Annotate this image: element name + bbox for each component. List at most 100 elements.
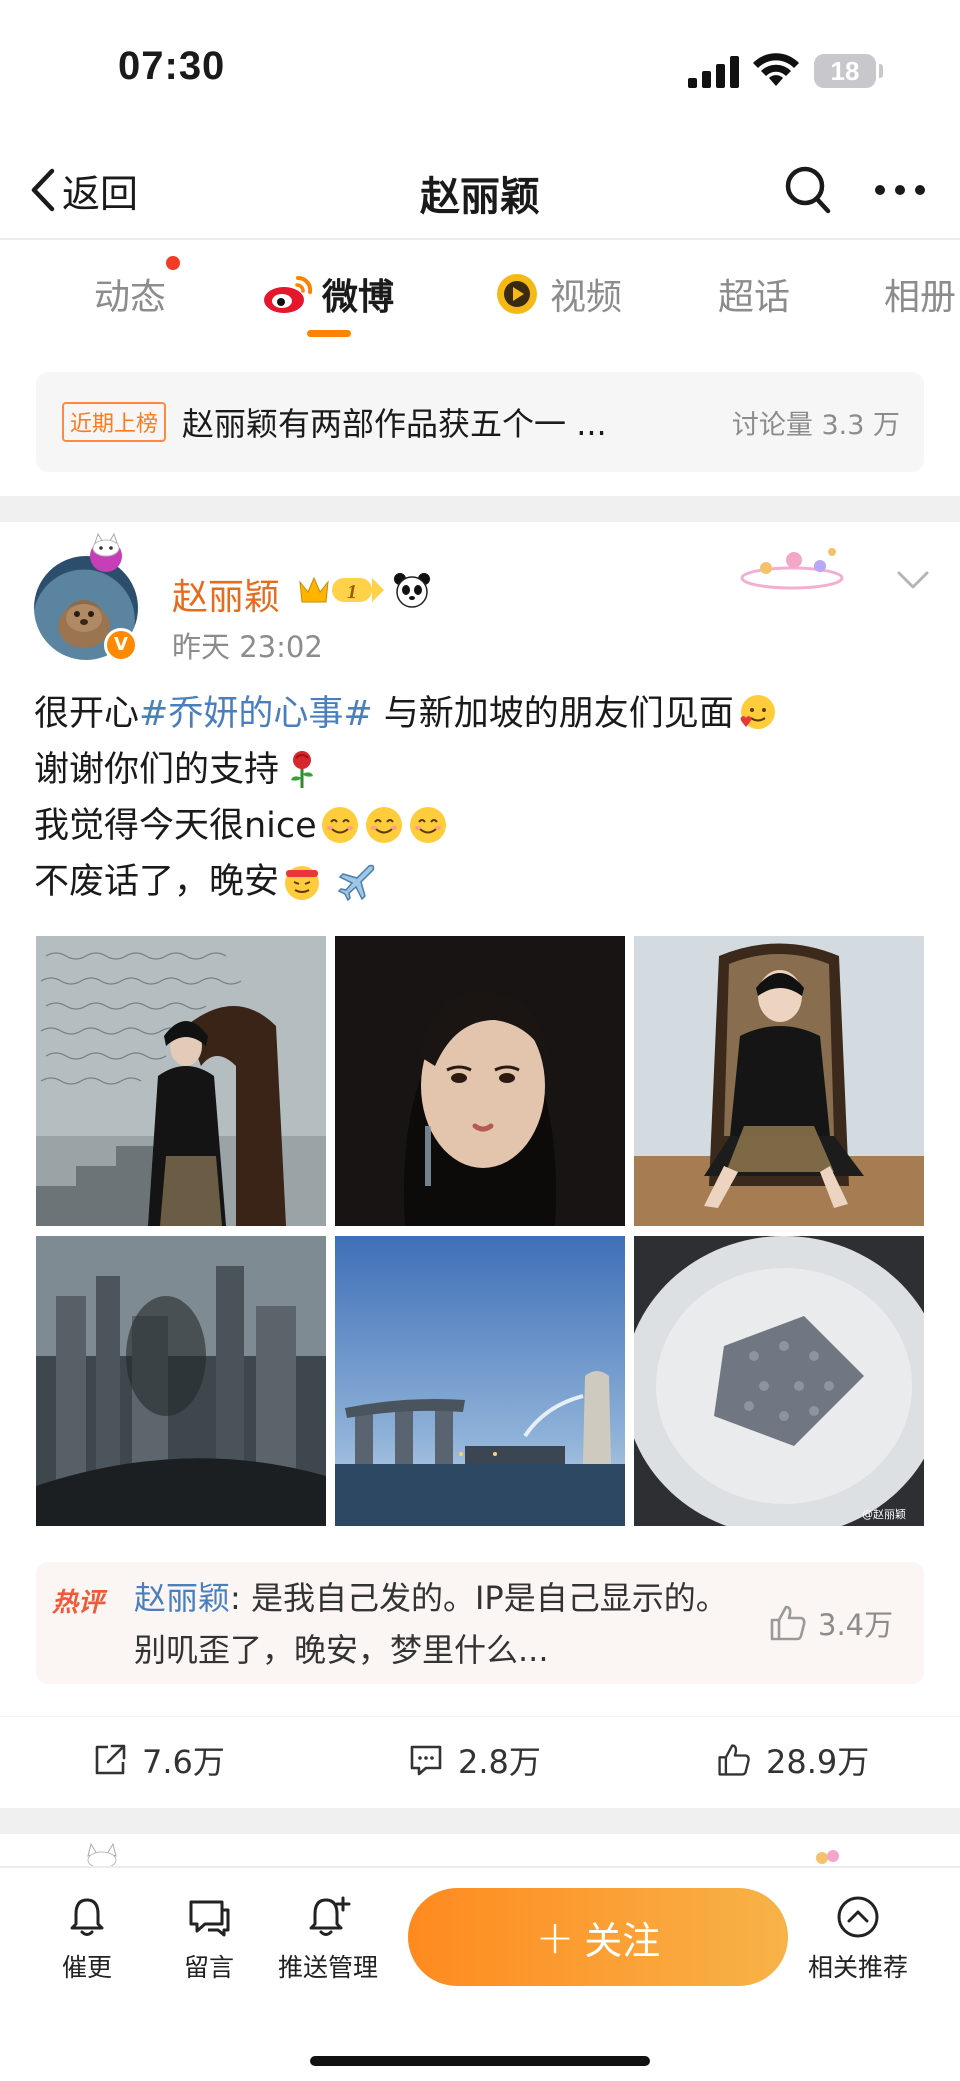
bell-plus-icon — [309, 1896, 351, 1936]
status-bar: 07:30 18 — [0, 0, 960, 140]
section-divider — [0, 496, 960, 522]
share-icon — [95, 1744, 126, 1775]
section-divider — [0, 1808, 960, 1834]
comment-icon — [410, 1745, 442, 1776]
battery-indicator: 18 — [814, 54, 876, 88]
photo-grid-item[interactable] — [335, 936, 625, 1226]
tab-supertopic[interactable]: 超话 — [718, 268, 790, 320]
smile-emoji-icon — [365, 807, 402, 843]
repost-count: 7.6万 — [142, 1743, 225, 1781]
tab-activity[interactable]: 动态 — [94, 268, 166, 320]
profile-tabs: 动态 微博 视频 超话 相册 — [0, 242, 960, 342]
leave-message-label: 留言 — [184, 1953, 235, 1982]
bottom-action-bar: 催更 留言 推送管理 + 关注 相关推荐 — [0, 1866, 960, 2081]
photo-grid-item[interactable] — [634, 936, 924, 1226]
thumbs-up-icon — [770, 1605, 806, 1641]
member-level: 1 — [347, 581, 357, 603]
headband-face-emoji-icon — [285, 866, 320, 900]
thumbs-up-icon — [718, 1744, 750, 1776]
hot-comment-tag: 热评 — [52, 1588, 105, 1618]
post-text-segment: 不废话了，晚安 — [34, 862, 280, 902]
post-line: 不废话了，晚安 — [34, 854, 924, 910]
discussion-count: 讨论量 3.3 万 — [731, 409, 900, 441]
related-recommend-button[interactable]: 相关推荐 — [808, 1894, 908, 1984]
topic-link[interactable]: #乔妍的心事# — [139, 694, 373, 734]
post-text-segment: 很开心 — [34, 694, 140, 734]
post-line: 很开心#乔妍的心事# 与新加坡的朋友们见面 — [34, 686, 924, 742]
weibo-logo-icon — [264, 275, 313, 313]
more-icon[interactable] — [872, 166, 928, 214]
photo-grid-item[interactable] — [335, 1236, 625, 1526]
home-indicator — [310, 2056, 650, 2066]
photo-grid-item[interactable] — [36, 936, 326, 1226]
repost-button[interactable]: 7.6万 — [92, 1737, 225, 1783]
tab-label: 相册 — [884, 277, 957, 318]
cat-sticker-icon — [90, 532, 122, 572]
photo-grid-item[interactable]: @赵丽颖 — [634, 1236, 924, 1526]
photo-grid-item[interactable] — [36, 1236, 326, 1526]
photo-script-wall-stairs — [36, 936, 326, 1226]
active-tab-indicator — [307, 330, 351, 337]
tab-label: 视频 — [550, 277, 623, 318]
like-count: 28.9万 — [766, 1743, 870, 1781]
wifi-icon — [753, 53, 799, 86]
hot-comment[interactable]: 热评 赵丽颖: 是我自己发的。IP是自己显示的。别叽歪了，晚安，梦里什么... … — [36, 1562, 924, 1684]
tab-weibo[interactable]: 微博 — [262, 268, 394, 320]
chevron-down-icon[interactable] — [896, 568, 930, 592]
photo-dessert-plate: @赵丽颖 — [634, 1236, 924, 1526]
message-icon — [189, 1900, 230, 1937]
photo-rattan-chair — [634, 936, 924, 1226]
tab-video[interactable]: 视频 — [494, 268, 622, 320]
post-line: 我觉得今天很nice — [34, 798, 924, 854]
hot-comment-like-count: 3.4万 — [818, 1608, 894, 1642]
post-text-segment: 我觉得今天很nice — [34, 806, 317, 846]
photo-city-window — [36, 1236, 326, 1526]
author-name[interactable]: 赵丽颖 — [172, 568, 280, 620]
hot-comment-author[interactable]: 赵丽颖 — [134, 1579, 230, 1617]
tab-label: 超话 — [718, 277, 791, 318]
request-update-button[interactable]: 催更 — [62, 1894, 112, 1984]
hot-rank-banner[interactable]: 近期上榜 赵丽颖有两部作品获五个一 ... 讨论量 3.3 万 — [36, 372, 924, 472]
tab-album[interactable]: 相册 — [884, 268, 956, 320]
cat-sticker-icon — [87, 1842, 117, 1868]
comment-button[interactable]: 2.8万 — [408, 1737, 541, 1783]
tab-label: 微博 — [322, 277, 395, 318]
post-text-segment: 谢谢你们的支持 — [34, 750, 280, 790]
battery-tip — [879, 64, 883, 78]
post-action-bar: 7.6万 2.8万 28.9万 — [0, 1716, 960, 1808]
hot-comment-like-button[interactable]: 3.4万 — [768, 1602, 893, 1644]
photo-watermark: @赵丽颖 — [862, 1507, 906, 1521]
decoration-card-icon — [816, 1850, 839, 1864]
cellular-signal-icon — [688, 56, 739, 88]
post-timestamp: 昨天 23:02 — [172, 630, 323, 664]
push-settings-label: 推送管理 — [278, 1953, 379, 1982]
request-update-label: 催更 — [62, 1953, 113, 1982]
search-icon[interactable] — [783, 162, 833, 218]
author-avatar[interactable]: V — [34, 532, 138, 662]
comment-count: 2.8万 — [458, 1743, 541, 1781]
leave-message-button[interactable]: 留言 — [184, 1894, 234, 1984]
photo-portrait-closeup — [335, 936, 625, 1226]
related-recommend-label: 相关推荐 — [808, 1953, 909, 1982]
member-crown-badge-icon[interactable]: 1 — [296, 572, 386, 608]
post-line: 谢谢你们的支持 — [34, 742, 924, 798]
video-play-icon — [497, 274, 537, 314]
follow-button[interactable]: + 关注 — [408, 1888, 788, 1986]
like-button[interactable]: 28.9万 — [716, 1737, 869, 1783]
photo-marina-bay — [335, 1236, 625, 1526]
top-nav-bar: 返回 赵丽颖 — [0, 140, 960, 240]
decoration-card-icon — [740, 548, 844, 590]
hot-comment-text: 赵丽颖: 是我自己发的。IP是自己显示的。别叽歪了，晚安，梦里什么... — [134, 1572, 734, 1676]
follow-label: 关注 — [584, 1918, 661, 1963]
airplane-emoji-icon — [337, 864, 375, 902]
post-text-segment: 与新加坡的朋友们见面 — [372, 694, 734, 734]
bell-icon — [70, 1898, 104, 1936]
tab-label: 动态 — [94, 277, 167, 318]
post-text: 很开心#乔妍的心事# 与新加坡的朋友们见面 谢谢你们的支持 我觉得今天很nice… — [34, 686, 924, 910]
smile-emoji-icon — [409, 807, 446, 843]
chevron-up-circle-icon — [837, 1896, 879, 1938]
rank-headline: 赵丽颖有两部作品获五个一 ... — [182, 405, 607, 443]
notification-dot — [166, 256, 180, 270]
push-settings-button[interactable]: 推送管理 — [278, 1894, 378, 1984]
verified-badge: V — [104, 628, 138, 662]
